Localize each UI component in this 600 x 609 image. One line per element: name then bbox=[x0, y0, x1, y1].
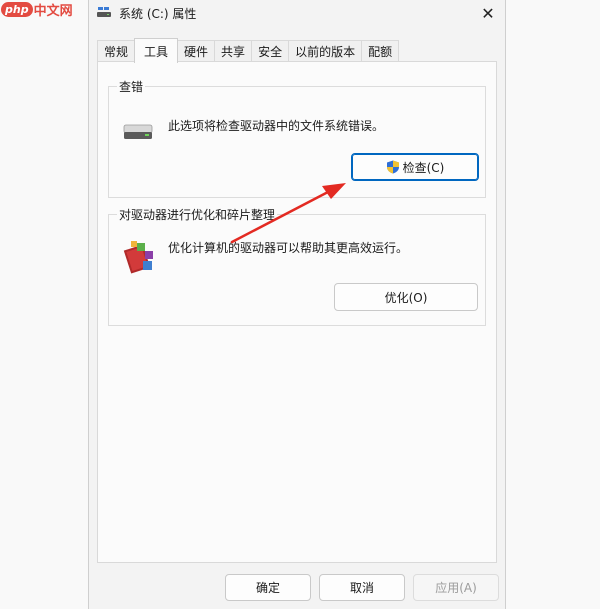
ok-button[interactable]: 确定 bbox=[225, 574, 311, 601]
optimize-description: 优化计算机的驱动器可以帮助其更高效运行。 bbox=[168, 241, 409, 255]
optimize-group: 对驱动器进行优化和碎片整理 优化计算机的驱动器可以帮助其更高效运行。 优化(O) bbox=[108, 206, 486, 326]
check-button[interactable]: 检查(C) bbox=[351, 153, 479, 181]
apply-button[interactable]: 应用(A) bbox=[413, 574, 499, 601]
tab-4[interactable]: 安全 bbox=[251, 40, 290, 62]
ok-button-label: 确定 bbox=[255, 581, 280, 595]
cancel-button-label: 取消 bbox=[349, 581, 374, 595]
tab-3[interactable]: 共享 bbox=[214, 40, 253, 62]
error-check-group: 查错 此选项将检查驱动器中的文件系统错误。 检查(C) bbox=[108, 78, 486, 198]
properties-dialog: 系统 (C:) 属性 ✕ 常规 工具 硬件 共享 安全 以前的版本 配额 查错 此选项将检查… bbox=[88, 0, 506, 609]
title-bar[interactable]: 系统 (C:) 属性 ✕ bbox=[89, 0, 505, 26]
screen: php 中文网 系统 (C:) 属性 ✕ 常规 工具 硬件 共享 安全 以前的版本 配额 查错 bbox=[0, 0, 600, 609]
tab-6[interactable]: 配额 bbox=[361, 40, 400, 62]
tab-0[interactable]: 常规 bbox=[97, 40, 136, 62]
window-title: 系统 (C:) 属性 bbox=[119, 7, 197, 21]
drive-title-icon bbox=[97, 7, 111, 17]
php-cn-watermark: php 中文网 bbox=[0, 0, 73, 19]
tab-strip: 常规 工具 硬件 共享 安全 以前的版本 配额 bbox=[97, 38, 400, 63]
uac-shield-icon bbox=[386, 160, 399, 174]
close-icon: ✕ bbox=[481, 3, 495, 23]
error-check-group-title: 查错 bbox=[117, 78, 146, 95]
drive-icon bbox=[123, 124, 153, 139]
check-button-label: 检查(C) bbox=[402, 160, 445, 175]
tab-2[interactable]: 硬件 bbox=[177, 40, 216, 62]
optimize-group-title: 对驱动器进行优化和碎片整理 bbox=[117, 206, 278, 223]
close-button[interactable]: ✕ bbox=[473, 0, 503, 26]
optimize-button[interactable]: 优化(O) bbox=[334, 283, 478, 311]
watermark-php-logo: php bbox=[1, 1, 33, 17]
optimize-button-label: 优化(O) bbox=[384, 290, 428, 305]
cancel-button[interactable]: 取消 bbox=[319, 574, 405, 601]
watermark-site-name: 中文网 bbox=[33, 3, 73, 19]
error-check-description: 此选项将检查驱动器中的文件系统错误。 bbox=[168, 119, 385, 133]
tools-tab-panel: 查错 此选项将检查驱动器中的文件系统错误。 检查(C) 对驱动器进行优化和碎片整… bbox=[97, 61, 497, 563]
defrag-icon bbox=[123, 241, 153, 274]
tab-1[interactable]: 工具 bbox=[134, 38, 179, 63]
tab-5[interactable]: 以前的版本 bbox=[288, 40, 363, 62]
apply-button-label: 应用(A) bbox=[435, 581, 477, 595]
